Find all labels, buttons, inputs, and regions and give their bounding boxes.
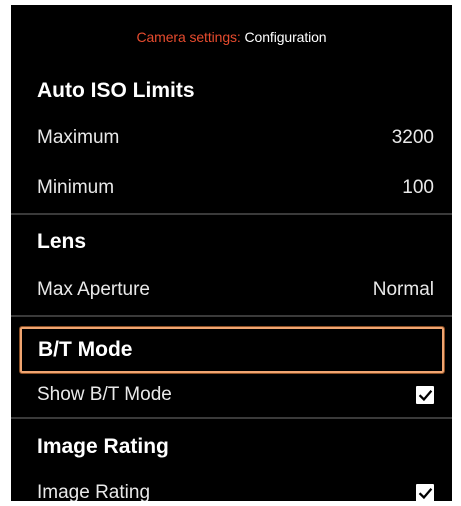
section-title-auto-iso-limits[interactable]: Auto ISO Limits [11, 69, 452, 113]
section-title-lens[interactable]: Lens [11, 215, 452, 265]
section-bt-mode: B/T Mode Show B/T Mode [11, 327, 452, 417]
section-title-bt-mode[interactable]: B/T Mode [20, 327, 444, 373]
setting-value: 100 [402, 177, 434, 198]
setting-label: Minimum [37, 177, 115, 198]
setting-value: Normal [372, 279, 434, 300]
section-auto-iso-limits: Auto ISO Limits Maximum 3200 Minimum 100 [11, 69, 452, 213]
page-title: Configuration [244, 29, 327, 45]
divider [11, 315, 452, 317]
setting-row-maximum[interactable]: Maximum 3200 [11, 113, 452, 163]
setting-row-image-rating[interactable]: Image Rating [11, 471, 452, 501]
setting-label: Image Rating [37, 482, 151, 501]
checkmark-icon [418, 487, 432, 499]
settings-screen: Camera settings: Configuration Auto ISO … [11, 5, 452, 501]
setting-row-max-aperture[interactable]: Max Aperture Normal [11, 265, 452, 315]
setting-row-show-bt-mode[interactable]: Show B/T Mode [11, 373, 452, 417]
checkmark-icon [418, 389, 432, 401]
breadcrumb[interactable]: Camera settings: [136, 29, 240, 45]
section-image-rating: Image Rating Image Rating [11, 419, 452, 501]
setting-row-minimum[interactable]: Minimum 100 [11, 163, 452, 213]
section-title-image-rating[interactable]: Image Rating [11, 419, 452, 471]
section-lens: Lens Max Aperture Normal [11, 215, 452, 315]
title-bar: Camera settings: Configuration [11, 5, 452, 69]
setting-label: Show B/T Mode [37, 384, 172, 405]
setting-label: Maximum [37, 127, 120, 148]
setting-label: Max Aperture [37, 279, 150, 300]
image-rating-checkbox[interactable] [416, 484, 434, 501]
show-bt-mode-checkbox[interactable] [416, 386, 434, 404]
setting-value: 3200 [391, 127, 434, 148]
